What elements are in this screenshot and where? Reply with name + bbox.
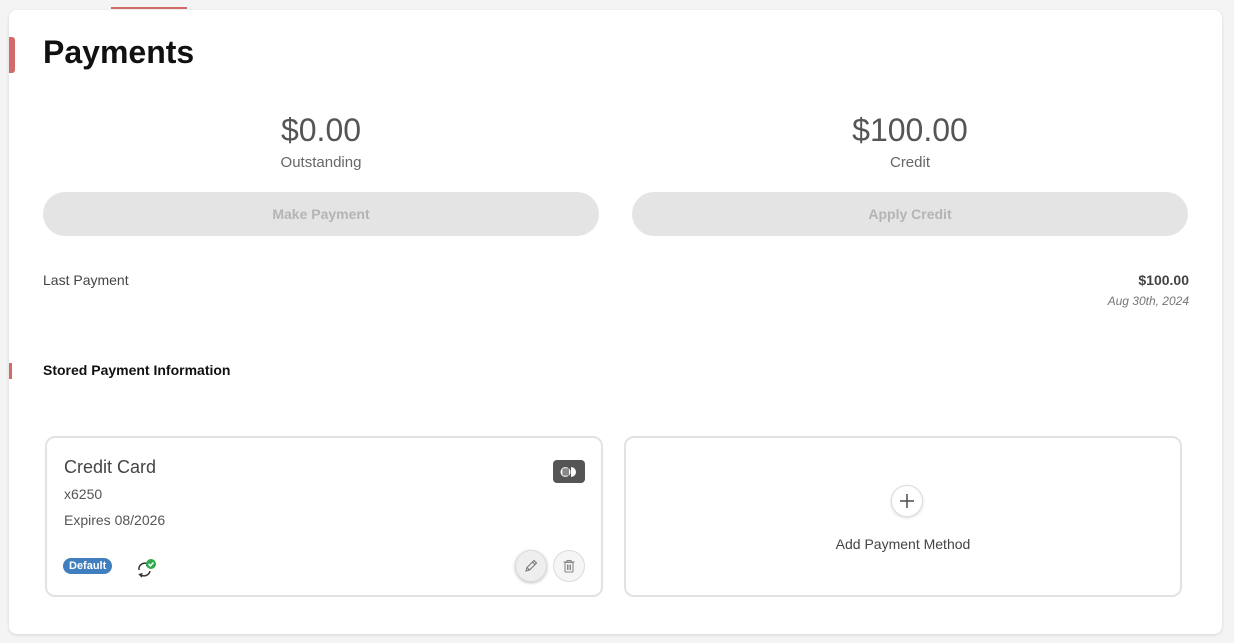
add-payment-method-tile[interactable]: Add Payment Method bbox=[624, 436, 1182, 597]
autopay-enabled-icon bbox=[135, 558, 157, 578]
last-payment-amount: $100.00 bbox=[1138, 272, 1189, 288]
outstanding-label: Outstanding bbox=[280, 154, 362, 171]
outstanding-summary: $0.00 Outstanding bbox=[43, 112, 599, 171]
edit-card-button[interactable] bbox=[515, 550, 547, 582]
credit-label: Credit bbox=[889, 154, 930, 171]
trash-icon bbox=[563, 559, 575, 573]
credit-card-tile[interactable]: Credit Card x6250 Expires 08/2026 Defaul… bbox=[45, 436, 603, 597]
last-payment-date: Aug 30th, 2024 bbox=[1107, 294, 1189, 308]
card-brand-icon bbox=[553, 460, 585, 483]
card-number: x6250 bbox=[64, 486, 103, 502]
section-accent-bar bbox=[9, 363, 12, 379]
default-badge: Default bbox=[63, 558, 113, 574]
plus-icon[interactable] bbox=[891, 485, 923, 517]
title-accent-bar bbox=[9, 37, 15, 73]
pencil-icon bbox=[525, 559, 538, 572]
card-title: Credit Card bbox=[64, 457, 157, 477]
payments-panel: Payments $0.00 Outstanding $100.00 Credi… bbox=[9, 10, 1222, 634]
outstanding-amount: $0.00 bbox=[280, 112, 362, 148]
card-expiry: Expires 08/2026 bbox=[64, 512, 166, 528]
last-payment-label: Last Payment bbox=[43, 272, 129, 288]
make-payment-button[interactable]: Make Payment bbox=[43, 192, 599, 236]
stored-payment-title: Stored Payment Information bbox=[43, 362, 231, 378]
add-payment-method-label: Add Payment Method bbox=[835, 536, 971, 552]
credit-summary: $100.00 Credit bbox=[632, 112, 1188, 171]
credit-amount: $100.00 bbox=[852, 112, 968, 148]
page-title: Payments bbox=[43, 34, 195, 70]
apply-credit-button[interactable]: Apply Credit bbox=[632, 192, 1188, 236]
delete-card-button[interactable] bbox=[553, 550, 585, 582]
active-tab-indicator bbox=[111, 7, 187, 9]
